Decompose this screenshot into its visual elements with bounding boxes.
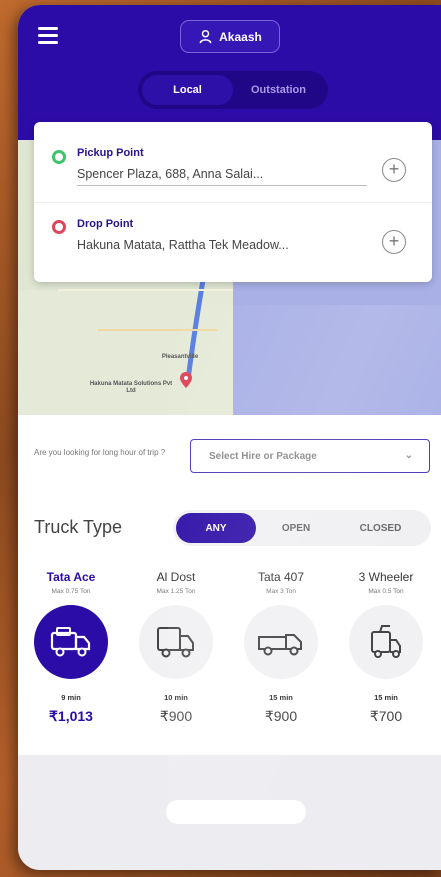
mini-truck-icon (34, 605, 108, 679)
vehicle-capacity: Max 1.25 Ton (156, 588, 196, 595)
add-drop-plus-icon[interactable]: + (382, 230, 406, 254)
home-indicator[interactable] (166, 800, 306, 824)
vehicle-name: Tata Ace (46, 570, 96, 584)
map-destination-label: Hakuna Matata Solutions Pvt Ltd (89, 381, 173, 394)
drop-point[interactable]: Drop Point Hakuna Matata, Rattha Tek Mea… (34, 202, 432, 280)
add-pickup-plus-icon[interactable]: + (382, 158, 406, 182)
hamburger-menu-icon[interactable] (38, 27, 58, 44)
vehicle-capacity: Max 0.75 Ton (51, 588, 91, 595)
pickup-truck-icon (244, 605, 318, 679)
select-placeholder: Select Hire or Package (209, 450, 317, 462)
vehicle-price: ₹1,013 (49, 708, 93, 724)
drop-address[interactable]: Hakuna Matata, Rattha Tek Meadow... (77, 238, 367, 252)
trip-mode-tabs: Local Outstation (138, 71, 328, 109)
app-header: Akaash Local Outstation (18, 5, 441, 140)
vehicle-name: Al Dost (156, 570, 196, 584)
pickup-underline (77, 185, 367, 186)
vehicle-eta: 15 min (374, 693, 398, 702)
vehicle-eta: 15 min (269, 693, 293, 702)
truck-type-label: Truck Type (34, 517, 123, 537)
user-icon (199, 29, 212, 44)
phone-screen: Akaash Local Outstation Pleasantville Ha… (18, 5, 441, 870)
vehicle-name: 3 Wheeler (358, 570, 414, 584)
pickup-address[interactable]: Spencer Plaza, 688, Anna Salai... (77, 167, 367, 181)
vehicle-3-wheeler[interactable]: 3 Wheeler Max 0.5 Ton 15 min ₹700 (336, 570, 436, 725)
tab-local[interactable]: Local (142, 75, 233, 105)
vehicle-capacity: Max 3 Ton (266, 588, 296, 595)
vehicle-eta: 9 min (61, 693, 81, 702)
location-card: Pickup Point Spencer Plaza, 688, Anna Sa… (34, 122, 432, 282)
user-profile-button[interactable]: Akaash (180, 20, 280, 53)
drop-title: Drop Point (77, 218, 134, 230)
pickup-dot-icon (52, 150, 66, 164)
type-closed-button[interactable]: CLOSED (338, 513, 423, 543)
type-open-button[interactable]: OPEN (261, 513, 331, 543)
truck-type-toggle: ANY OPEN CLOSED (173, 510, 431, 546)
hire-package-select[interactable]: Select Hire or Package ⌄ (190, 439, 430, 473)
three-wheeler-icon (349, 605, 423, 679)
pickup-point[interactable]: Pickup Point Spencer Plaza, 688, Anna Sa… (34, 122, 432, 200)
type-any-button[interactable]: ANY (176, 513, 256, 543)
vehicle-name: Tata 407 (257, 570, 305, 584)
vehicle-price: ₹700 (369, 708, 403, 724)
box-truck-icon (139, 605, 213, 679)
destination-pin-icon (180, 372, 192, 388)
vehicle-tata-407[interactable]: Tata 407 Max 3 Ton 15 min ₹900 (231, 570, 331, 725)
drop-dot-icon (52, 220, 66, 234)
vehicle-price: ₹900 (159, 708, 193, 724)
bottom-area (18, 755, 441, 870)
vehicle-capacity: Max 0.5 Ton (368, 588, 404, 595)
vehicle-al-dost[interactable]: Al Dost Max 1.25 Ton 10 min ₹900 (126, 570, 226, 725)
map-place-label: Pleasantville (161, 354, 199, 360)
long-trip-question: Are you looking for long hour of trip ? (34, 448, 166, 457)
booking-panel: Are you looking for long hour of trip ? … (18, 415, 441, 755)
tab-outstation[interactable]: Outstation (233, 75, 324, 105)
vehicle-tata-ace[interactable]: Tata Ace Max 0.75 Ton 9 min ₹1,013 (21, 570, 121, 725)
pickup-title: Pickup Point (77, 147, 144, 159)
chevron-down-icon: ⌄ (404, 450, 413, 461)
vehicle-price: ₹900 (264, 708, 298, 724)
user-name: Akaash (219, 29, 262, 44)
vehicle-eta: 10 min (164, 693, 188, 702)
